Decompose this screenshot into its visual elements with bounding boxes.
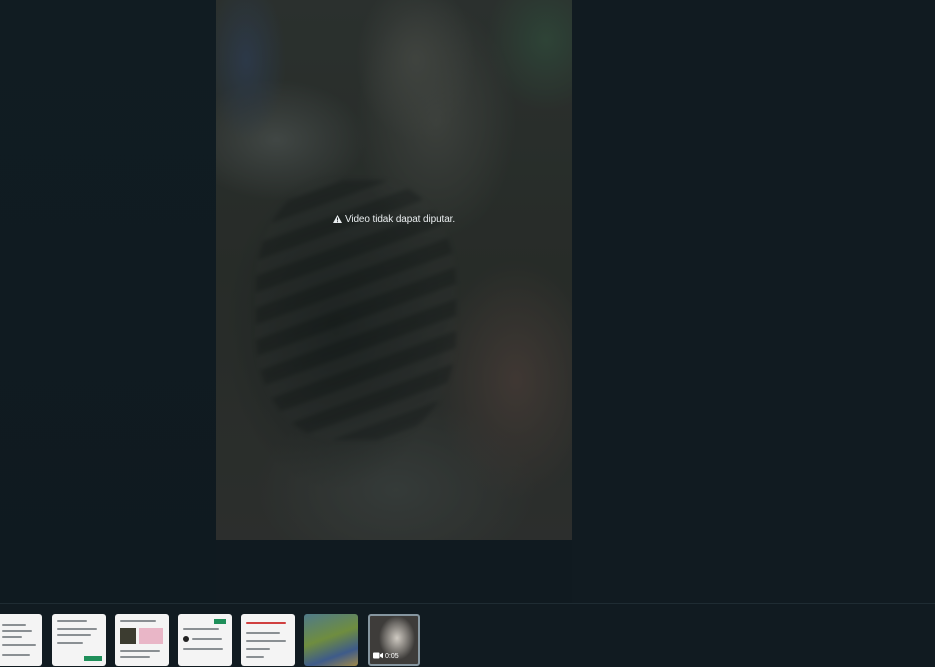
thumbnail-video-selected[interactable]: 0:05 (368, 614, 420, 666)
thumbnail-photo[interactable] (304, 614, 358, 666)
background-panel (572, 0, 935, 603)
video-player[interactable]: Video tidak dapat diputar. (216, 0, 572, 540)
warning-icon (332, 215, 342, 226)
thumbnail-document-3[interactable] (115, 614, 169, 666)
thumbnail-document-1[interactable] (0, 614, 42, 666)
video-error-message: Video tidak dapat diputar. (216, 214, 572, 226)
thumbnail-document-4[interactable] (178, 614, 232, 666)
media-viewer: Video tidak dapat diputar. (0, 0, 935, 603)
media-thumbnail-strip: 0:05 (0, 603, 935, 667)
thumbnail-document-2[interactable] (52, 614, 106, 666)
video-duration: 0:05 (385, 653, 399, 660)
thumbnail-document-5[interactable] (241, 614, 295, 666)
video-camera-icon (373, 652, 383, 661)
video-error-text: Video tidak dapat diputar. (344, 214, 456, 225)
background-chat-area (0, 0, 216, 603)
video-duration-badge: 0:05 (373, 652, 399, 661)
